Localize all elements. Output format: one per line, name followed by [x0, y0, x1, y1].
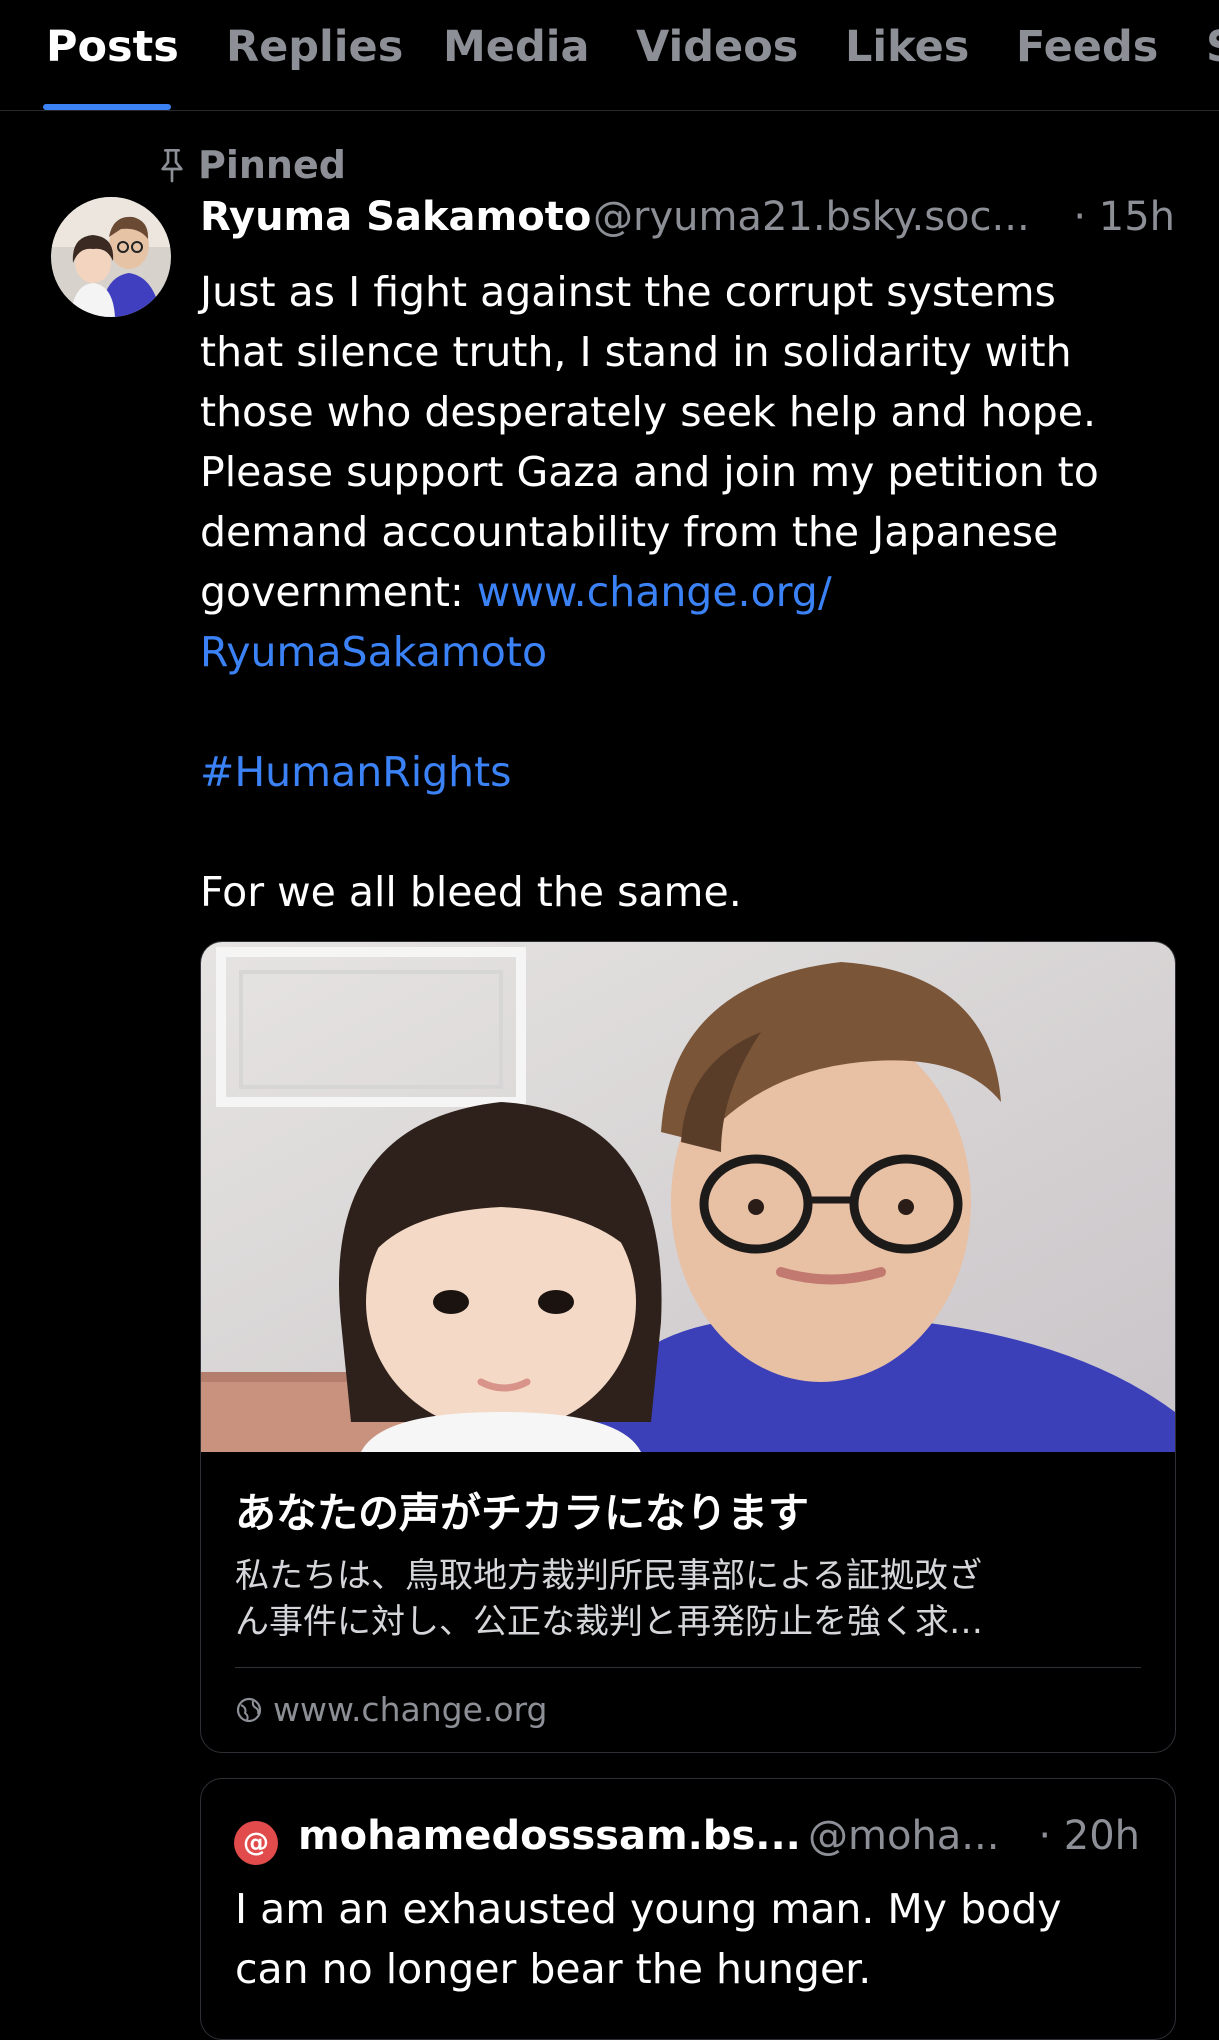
quoted-post-body: I am an exhausted young man. My body can…	[235, 1879, 1155, 1999]
link-preview-description-line: 私たちは、鳥取地方裁判所民事部による証拠改ざ	[235, 1556, 982, 1596]
tab-replies[interactable]: Replies	[226, 20, 403, 74]
quoted-post-body-line: I am an exhausted young man. My body	[235, 1885, 1062, 1933]
post-body-line: that silence truth, I stand in solidarit…	[200, 328, 1072, 376]
link-preview-divider	[235, 1667, 1141, 1668]
quoted-post[interactable]: @ mohamedosssam.bs... @moha... · 20h I a…	[200, 1778, 1176, 2040]
post-body-line: demand accountability from the Japanese	[200, 508, 1059, 556]
quoted-post-body-line: can no longer bear the hunger.	[235, 1945, 872, 1993]
author-name[interactable]: Ryuma Sakamoto	[200, 194, 591, 240]
tab-media[interactable]: Media	[443, 20, 590, 74]
post-body-line: Please support Gaza and join my petition…	[200, 448, 1099, 496]
avatar[interactable]	[51, 197, 171, 317]
active-tab-indicator	[43, 104, 171, 110]
quoted-author-handle[interactable]: @moha...	[808, 1813, 999, 1859]
pin-icon	[161, 149, 183, 183]
link-preview-image	[201, 942, 1175, 1452]
link-preview-card[interactable]: あなたの声がチカラになります 私たちは、鳥取地方裁判所民事部による証拠改ざ ん事…	[200, 941, 1176, 1753]
link-preview-title: あなたの声がチカラになります	[235, 1489, 809, 1537]
link-preview-domain: www.change.org	[235, 1690, 548, 1729]
pinned-indicator: Pinned	[156, 140, 346, 190]
post-body-line: those who desperately seek help and hope…	[200, 388, 1096, 436]
profile-tab-bar: Posts Replies Media Videos Likes Feeds S	[0, 0, 1219, 111]
tab-likes[interactable]: Likes	[845, 20, 969, 74]
post-body-line: government: www.change.org/	[200, 562, 1185, 622]
tab-posts[interactable]: Posts	[46, 20, 179, 74]
globe-icon	[236, 1697, 262, 1722]
link-preview-description-line: ん事件に対し、公正な裁判と再発防止を強く求…	[235, 1602, 983, 1642]
pinned-label: Pinned	[198, 143, 346, 187]
quoted-post-timestamp[interactable]: · 20h	[1038, 1813, 1140, 1859]
petition-link-continued[interactable]: RyumaSakamoto	[200, 622, 1185, 682]
tab-videos[interactable]: Videos	[636, 20, 798, 74]
tab-more-cutoff[interactable]: S	[1206, 20, 1219, 74]
post-closing-line: For we all bleed the same.	[200, 868, 742, 916]
post-body-line: Just as I fight against the corrupt syst…	[200, 268, 1056, 316]
quoted-author-avatar[interactable]: @	[234, 1821, 278, 1865]
quoted-author-name[interactable]: mohamedosssam.bs...	[298, 1813, 801, 1859]
post-header: Ryuma Sakamoto @ryuma21.bsky.soc... · 15…	[200, 194, 1175, 250]
post-body-text: government:	[200, 568, 477, 616]
post-timestamp[interactable]: · 15h	[1073, 194, 1175, 240]
link-preview-description: 私たちは、鳥取地方裁判所民事部による証拠改ざ ん事件に対し、公正な裁判と再発防止…	[235, 1553, 1135, 1645]
post-body: Just as I fight against the corrupt syst…	[200, 262, 1185, 922]
author-handle[interactable]: @ryuma21.bsky.soc...	[593, 194, 1030, 240]
tab-feeds[interactable]: Feeds	[1016, 20, 1158, 74]
hashtag-link[interactable]: #HumanRights	[200, 742, 1185, 802]
quoted-post-header: mohamedosssam.bs... @moha... · 20h	[298, 1813, 1140, 1869]
petition-link[interactable]: www.change.org/	[477, 568, 832, 616]
link-preview-domain-text: www.change.org	[273, 1690, 548, 1729]
avatar-photo	[51, 197, 171, 317]
